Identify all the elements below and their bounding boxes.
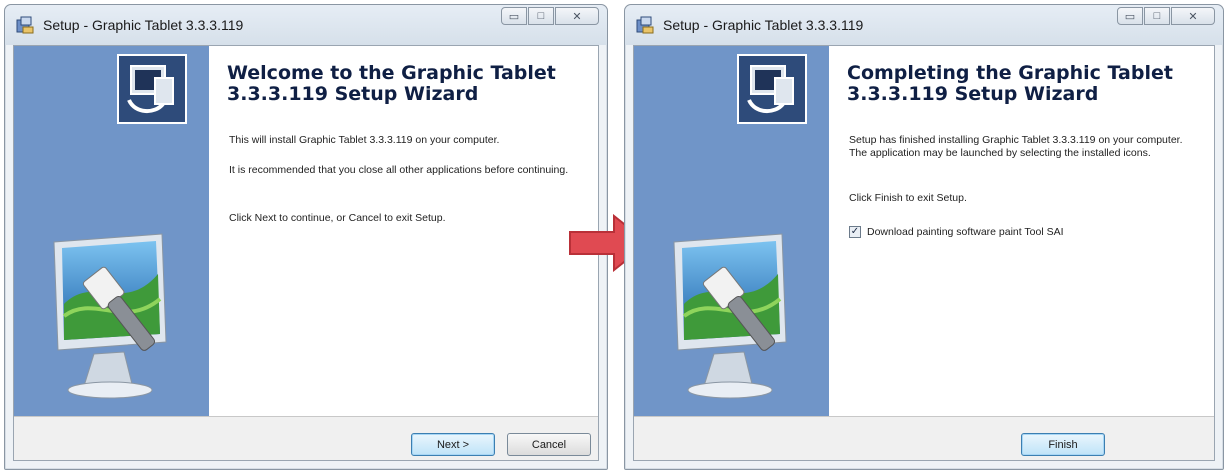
wizard-client-area: Welcome to the Graphic Tablet 3.3.3.119 … [13,45,599,461]
window-controls: ▭ □ ✕ [500,7,599,25]
paragraph-finished: Setup has finished installing Graphic Ta… [849,134,1183,159]
wizard-content: Completing the Graphic Tablet 3.3.3.119 … [737,46,1214,416]
setup-window-complete: Setup - Graphic Tablet 3.3.3.119 ▭ □ ✕ C… [624,4,1224,470]
paragraph-close-apps: It is recommended that you close all oth… [229,164,569,176]
blank-area [245,241,530,421]
minimize-button[interactable]: ▭ [1117,7,1143,25]
installer-icon [636,16,654,34]
maximize-button[interactable]: □ [528,7,554,25]
installer-icon [16,16,34,34]
finish-button[interactable]: Finish [1021,433,1105,456]
window-title: Setup - Graphic Tablet 3.3.3.119 [663,17,864,33]
paragraph-click-finish: Click Finish to exit Setup. [849,192,967,204]
wizard-client-area: Completing the Graphic Tablet 3.3.3.119 … [633,45,1215,461]
button-bar: Finish [634,416,1214,460]
wizard-content: Welcome to the Graphic Tablet 3.3.3.119 … [117,46,598,421]
close-button[interactable]: ✕ [1171,7,1215,25]
sai-download-option[interactable]: ✓ Download painting software paint Tool … [849,226,1064,238]
title-bar[interactable]: Setup - Graphic Tablet 3.3.3.119 ▭ □ ✕ [5,5,607,45]
paragraph-install: This will install Graphic Tablet 3.3.3.1… [229,134,500,146]
title-bar[interactable]: Setup - Graphic Tablet 3.3.3.119 ▭ □ ✕ [625,5,1223,45]
cancel-button[interactable]: Cancel [507,433,591,456]
window-title: Setup - Graphic Tablet 3.3.3.119 [43,17,244,33]
maximize-button[interactable]: □ [1144,7,1170,25]
paragraph-next-cancel: Click Next to continue, or Cancel to exi… [229,212,446,224]
close-button[interactable]: ✕ [555,7,599,25]
minimize-button[interactable]: ▭ [501,7,527,25]
computer-install-icon [737,54,807,124]
wizard-heading: Welcome to the Graphic Tablet 3.3.3.119 … [227,62,556,105]
button-bar: Next > Cancel [14,416,598,460]
next-button[interactable]: Next > [411,433,495,456]
setup-window-welcome: Setup - Graphic Tablet 3.3.3.119 ▭ □ ✕ W… [4,4,608,470]
window-controls: ▭ □ ✕ [1116,7,1215,25]
blank-area [899,251,1164,416]
sai-download-label: Download painting software paint Tool SA… [867,226,1064,238]
sai-download-checkbox[interactable]: ✓ [849,226,861,238]
computer-install-icon [117,54,187,124]
wizard-heading: Completing the Graphic Tablet 3.3.3.119 … [847,62,1173,105]
